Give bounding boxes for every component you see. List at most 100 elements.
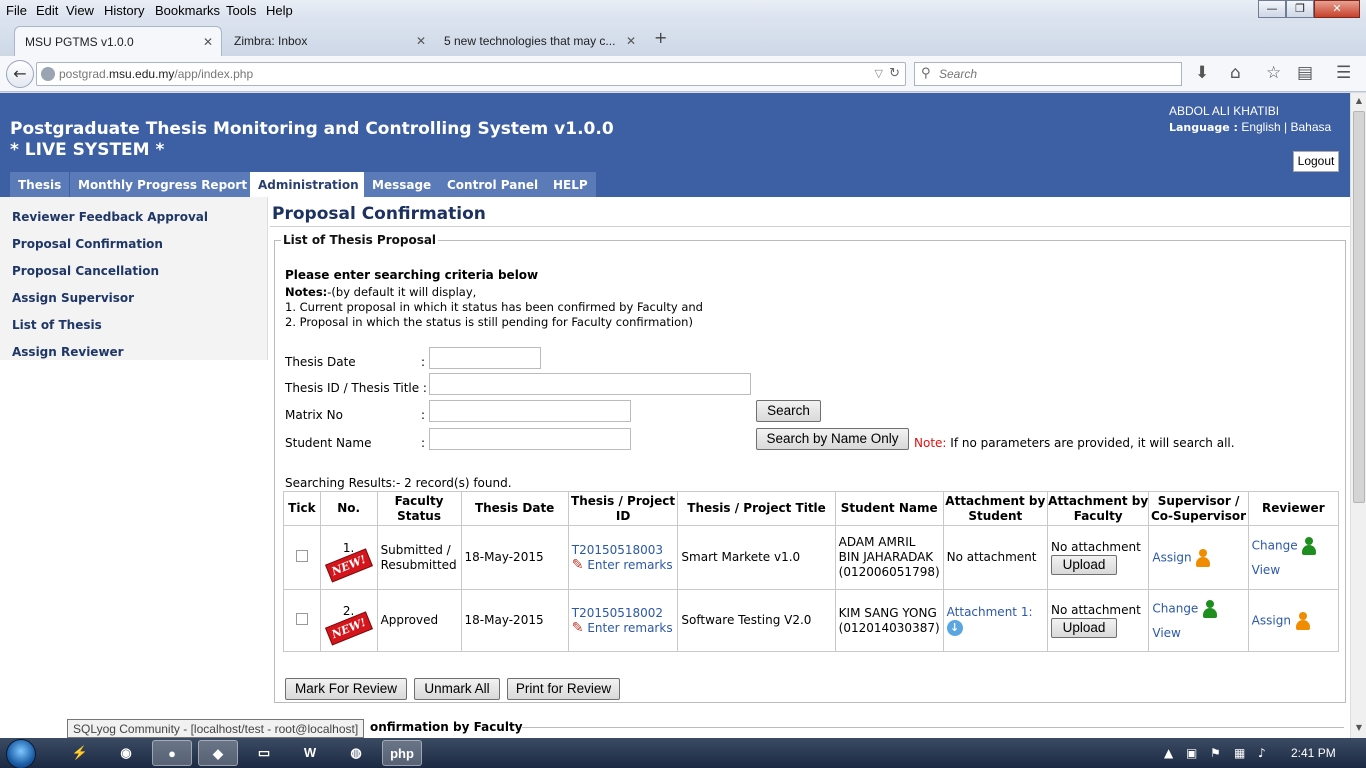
attachment-by-student-cell: Attachment 1: ↓ (942, 589, 1048, 652)
flag-icon[interactable]: ⚑ (1210, 746, 1221, 760)
upload-button[interactable]: Upload (1050, 618, 1117, 638)
download-icon[interactable]: ↓ (946, 620, 963, 636)
app-icon[interactable]: ◍ (336, 740, 376, 766)
tab-thesis[interactable]: Thesis (10, 172, 70, 197)
user-name: ABDOL ALI KHATIBI (1169, 104, 1280, 118)
student-name-field[interactable] (429, 428, 631, 450)
search-input[interactable] (939, 66, 1169, 82)
network-icon[interactable]: ▦ (1234, 746, 1245, 760)
thesis-title: Smart Markete v1.0 (677, 525, 836, 590)
word-icon[interactable]: W (290, 740, 330, 766)
assign-supervisor-link[interactable]: Assign (1152, 550, 1191, 564)
menu-bookmarks[interactable]: Bookmarks (155, 3, 220, 18)
search-button[interactable]: Search (756, 400, 821, 422)
main-content: Proposal Confirmation List of Thesis Pro… (270, 197, 1350, 738)
upload-button[interactable]: Upload (1050, 555, 1117, 575)
download-icon[interactable]: ⬇ (1195, 63, 1209, 83)
tab-control-panel[interactable]: Control Panel (439, 172, 547, 197)
pencil-icon: ✎ (571, 619, 584, 636)
tab-monthly-progress-report[interactable]: Monthly Progress Report (70, 172, 256, 197)
url-bar[interactable]: postgrad.msu.edu.my/app/index.php ▽ ↻ (36, 62, 906, 86)
menu-icon[interactable]: ☰ (1336, 63, 1351, 83)
maximize-button[interactable]: ❐ (1286, 0, 1314, 18)
scrollbar-thumb[interactable] (1353, 111, 1365, 503)
search-by-name-button[interactable]: Search by Name Only (756, 428, 909, 450)
change-reviewer-link[interactable]: Change (1252, 539, 1298, 553)
menu-file[interactable]: File (6, 3, 27, 18)
menu-history[interactable]: History (104, 3, 144, 18)
column-header: Tick (283, 491, 321, 526)
back-arrow-icon[interactable]: ← (6, 60, 34, 88)
volume-icon[interactable]: ♪ (1258, 746, 1266, 760)
home-icon[interactable]: ⌂ (1230, 63, 1241, 83)
menu-view[interactable]: View (66, 3, 94, 18)
chrome-icon[interactable]: ◉ (106, 740, 146, 766)
sqlyog-icon[interactable]: ◆ (198, 740, 238, 766)
explorer-icon[interactable]: ▭ (244, 740, 284, 766)
logout-button[interactable]: Logout (1293, 151, 1339, 172)
enter-remarks-link[interactable]: Enter remarks (587, 558, 672, 572)
clock[interactable]: 2:41 PM (1291, 746, 1336, 760)
minimize-button[interactable]: — (1258, 0, 1286, 18)
winscp-icon[interactable]: ⚡ (60, 740, 100, 766)
reload-icon[interactable]: ↻ (889, 66, 900, 81)
thesis-id-link[interactable]: T20150518002 (572, 606, 675, 621)
attachment-link[interactable]: Attachment 1: (947, 605, 1044, 620)
tab-administration[interactable]: Administration (250, 172, 367, 197)
browser-search-box[interactable]: ⚲ (914, 62, 1182, 86)
bookmark-star-icon[interactable]: ☆ (1266, 63, 1281, 83)
firefox-icon[interactable]: ● (152, 740, 192, 766)
person-orange-icon (1295, 611, 1311, 630)
sidebar-item-list-of-thesis[interactable]: List of Thesis (12, 318, 102, 332)
student-name: ADAM AMRIL BIN JAHARADAK (012006051798) (834, 525, 944, 590)
view-supervisor-link[interactable]: View (1152, 626, 1244, 641)
browser-tab-zimbra[interactable]: Zimbra: Inbox ✕ (224, 26, 434, 56)
thesis-date-field[interactable] (429, 347, 541, 369)
row-checkbox[interactable] (295, 612, 308, 625)
browser-tab-pgtms[interactable]: MSU PGTMS v1.0.0 ✕ (14, 26, 222, 56)
start-button[interactable] (6, 739, 36, 768)
sidebar-item-reviewer-feedback-approval[interactable]: Reviewer Feedback Approval (12, 210, 208, 224)
sidebar-item-assign-supervisor[interactable]: Assign Supervisor (12, 291, 134, 305)
close-window-button[interactable]: ✕ (1314, 0, 1360, 18)
sidebar-item-assign-reviewer[interactable]: Assign Reviewer (12, 345, 124, 359)
new-tab-button[interactable]: + (654, 28, 667, 47)
enter-remarks-link[interactable]: Enter remarks (587, 621, 672, 635)
sidebar-item-proposal-confirmation[interactable]: Proposal Confirmation (12, 237, 163, 251)
menu-edit[interactable]: Edit (36, 3, 58, 18)
page-scrollbar[interactable]: ▲ ▼ (1350, 93, 1366, 738)
menu-help[interactable]: Help (266, 3, 293, 18)
sidebar-item-proposal-cancellation[interactable]: Proposal Cancellation (12, 264, 159, 278)
language-english-link[interactable]: English (1241, 120, 1280, 134)
note-1: 1. Current proposal in which it status h… (285, 300, 703, 314)
tick-cell (283, 525, 321, 590)
scroll-up-icon[interactable]: ▲ (1353, 96, 1365, 105)
thesis-id-title-field[interactable] (429, 373, 751, 395)
tray-app-icon[interactable]: ▣ (1186, 746, 1197, 760)
page-title: Proposal Confirmation (272, 204, 486, 224)
chevron-down-icon[interactable]: ▽ (875, 67, 883, 80)
matrix-no-field[interactable] (429, 400, 631, 422)
scroll-down-icon[interactable]: ▼ (1353, 723, 1365, 732)
browser-tab-technologies[interactable]: 5 new technologies that may c... ✕ (434, 26, 644, 56)
tab-close-icon[interactable]: ✕ (626, 34, 636, 48)
view-reviewer-link[interactable]: View (1252, 563, 1335, 578)
print-for-review-button[interactable]: Print for Review (507, 678, 620, 700)
tab-close-icon[interactable]: ✕ (416, 34, 426, 48)
unmark-all-button[interactable]: Unmark All (414, 678, 500, 700)
language-bahasa-link[interactable]: Bahasa (1290, 120, 1331, 134)
search-note: Note: If no parameters are provided, it … (914, 436, 1235, 450)
change-supervisor-link[interactable]: Change (1152, 602, 1198, 616)
row-checkbox[interactable] (295, 549, 308, 562)
assign-reviewer-link[interactable]: Assign (1252, 613, 1291, 627)
tray-expand-icon[interactable]: ▲ (1164, 746, 1173, 760)
menu-tools[interactable]: Tools (226, 3, 256, 18)
thesis-id-link[interactable]: T20150518003 (572, 543, 675, 558)
reading-list-icon[interactable]: ▤ (1297, 63, 1313, 83)
tab-message[interactable]: Message (364, 172, 440, 197)
tab-help[interactable]: HELP (545, 172, 596, 197)
php-icon[interactable]: php (382, 740, 422, 766)
tab-close-icon[interactable]: ✕ (203, 35, 213, 49)
mark-for-review-button[interactable]: Mark For Review (285, 678, 407, 700)
browser-tab-strip: MSU PGTMS v1.0.0 ✕ Zimbra: Inbox ✕ 5 new… (0, 22, 1366, 56)
